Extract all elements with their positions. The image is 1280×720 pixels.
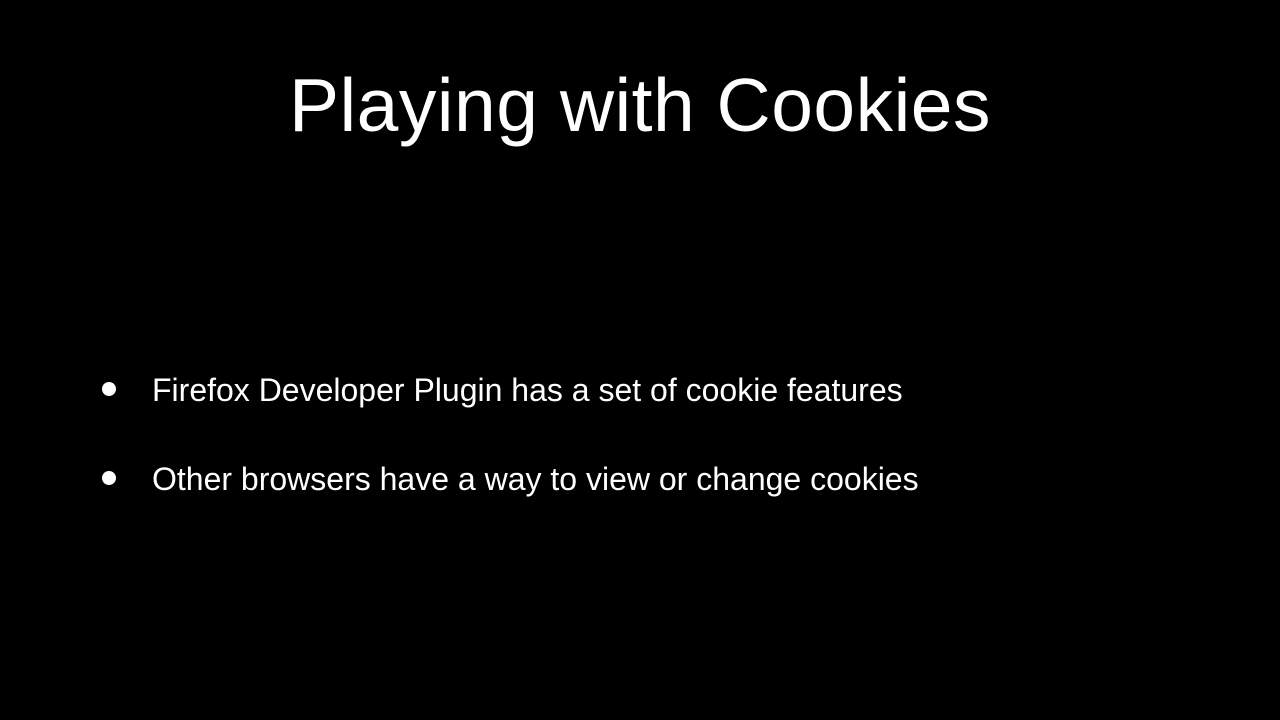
bullet-list: Firefox Developer Plugin has a set of co… [102, 368, 919, 546]
bullet-text: Other browsers have a way to view or cha… [152, 457, 919, 502]
list-item: Other browsers have a way to view or cha… [102, 457, 919, 502]
bullet-text: Firefox Developer Plugin has a set of co… [152, 368, 903, 413]
slide-title: Playing with Cookies [0, 62, 1280, 148]
bullet-icon [102, 382, 116, 396]
bullet-icon [102, 471, 116, 485]
list-item: Firefox Developer Plugin has a set of co… [102, 368, 919, 413]
slide-container: Playing with Cookies Firefox Developer P… [0, 0, 1280, 720]
